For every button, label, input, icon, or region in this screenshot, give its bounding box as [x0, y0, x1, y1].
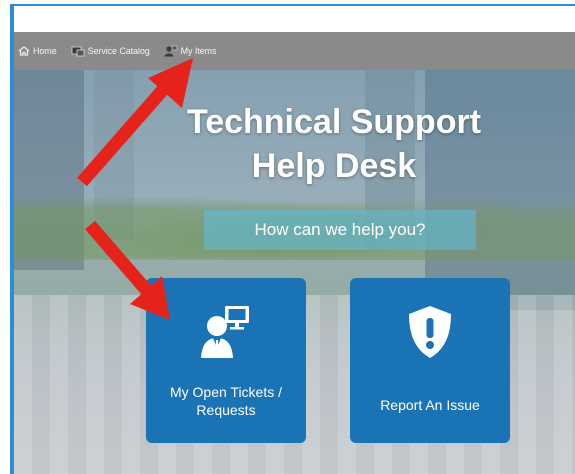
shield-exclamation-icon [409, 306, 451, 358]
page-title: Technical Support Help Desk [124, 100, 544, 188]
tile-label-line-1: My Open Tickets / [169, 384, 283, 400]
my-open-tickets-tile[interactable]: My Open Tickets / Requests [146, 278, 306, 443]
browser-frame: Home Service Catalog My Items Technical … [10, 4, 575, 474]
tile-label: My Open Tickets / Requests [150, 383, 302, 419]
nav-my-items-label: My Items [180, 46, 217, 56]
help-prompt: How can we help you? [204, 210, 476, 250]
top-strip [14, 6, 575, 32]
report-an-issue-tile[interactable]: Report An Issue [350, 278, 510, 443]
nav-home[interactable]: Home [18, 46, 57, 56]
help-prompt-text: How can we help you? [254, 220, 426, 239]
tile-label: Report An Issue [380, 397, 480, 413]
catalog-icon [71, 46, 85, 56]
tile-label-line-2: Requests [196, 402, 256, 418]
page-title-line-2: Help Desk [251, 147, 417, 185]
page-title-line-1: Technical Support [186, 103, 482, 141]
nav-service-catalog-label: Service Catalog [87, 46, 150, 56]
hero-banner: Technical Support Help Desk How can we h… [14, 70, 575, 474]
top-navbar: Home Service Catalog My Items [14, 32, 575, 70]
nav-my-items[interactable]: My Items [164, 45, 217, 57]
nav-home-label: Home [33, 46, 57, 56]
home-icon [18, 46, 30, 56]
nav-service-catalog[interactable]: Service Catalog [71, 46, 150, 57]
user-items-icon [164, 45, 177, 57]
support-agent-icon [201, 306, 249, 358]
